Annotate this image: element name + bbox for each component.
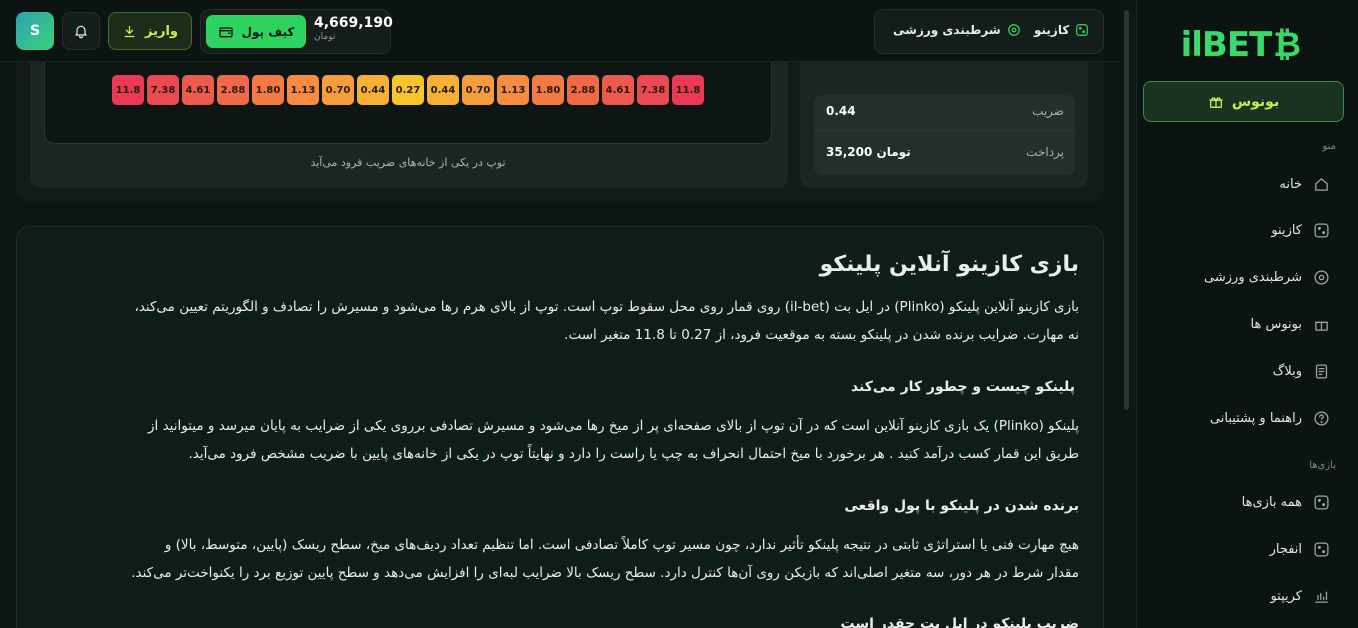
sidebar-item-all-games-label: همه بازی‌ها (1241, 494, 1302, 510)
heading-win-real-money: برنده شدن در پلینکو با پول واقعی (844, 498, 1079, 514)
wallet-label: کیف پول (241, 24, 295, 39)
coef-label: ضریب (1032, 104, 1064, 118)
sidebar-item-bonuses-label: بونوس ها (1250, 316, 1303, 332)
gift-icon (1209, 96, 1223, 108)
document-icon (1315, 363, 1327, 379)
multiplier-slot: 2.88 (567, 75, 599, 105)
sidebar-bonus-button[interactable]: بونوس (1143, 81, 1344, 122)
win-line-2: مقدار شرط در هر دور، سه متغیر اصلی‌اند ک… (131, 565, 1079, 581)
multiplier-slot: 11.8 (672, 75, 704, 105)
sidebar-item-sports-label: شرطبندی ورزشی (1204, 269, 1302, 285)
sidebar-item-help-label: راهنما و پشتیبانی (1209, 410, 1302, 426)
article-intro-line-2: نه مهارت. ضرایب برنده شدن در پلینکو بسته… (564, 327, 1079, 343)
heading-what-is-plinko: پلینکو چیست و چطور کار می‌کند (850, 379, 1075, 395)
multiplier-slot: 1.80 (252, 75, 284, 105)
help-icon (1313, 410, 1329, 426)
deposit-label: واریز (145, 23, 178, 39)
multiplier-slot: 7.38 (637, 75, 669, 105)
home-icon (1314, 177, 1328, 191)
sidebar-item-home-label: خانه (1279, 176, 1302, 192)
wallet-icon (218, 26, 233, 37)
sidebar-item-casino[interactable]: کازینو (1271, 218, 1330, 242)
bell-icon (75, 25, 87, 39)
multiplier-slot: 0.27 (392, 75, 424, 105)
target-icon (1007, 24, 1020, 36)
multiplier-slot: 2.88 (217, 75, 249, 105)
what-is-line-1: پلینکو (Plinko) یک بازی کازینو آنلاین اس… (148, 418, 1079, 434)
article-intro-line-1: بازی کازینو آنلاین پلینکو (Plinko) در ای… (134, 299, 1079, 315)
tab-casino[interactable]: کازینو (1034, 23, 1089, 37)
menu-section-title: منو (1322, 141, 1336, 152)
target-icon (1313, 269, 1329, 285)
tab-sports[interactable]: شرطبندی ورزشی (893, 23, 1021, 37)
multiplier-slot: 1.13 (497, 75, 529, 105)
dice-icon (1313, 541, 1329, 557)
board-caption: توپ در یکی از خانه‌های ضریب فرود می‌آید (310, 156, 506, 169)
multiplier-slot: 1.80 (532, 75, 564, 105)
multiplier-slot: 11.8 (112, 75, 144, 105)
sidebar-item-sports[interactable]: شرطبندی ورزشی (1204, 265, 1330, 289)
sidebar-item-blog-label: وبلاگ (1272, 363, 1302, 379)
what-is-line-2: طریق این قمار کسب درآمد کنید . هر برخورد… (188, 446, 1079, 462)
deposit-button[interactable]: واریز (108, 12, 192, 50)
sidebar-item-blog[interactable]: وبلاگ (1273, 359, 1330, 383)
logo-text: ilBET (1180, 25, 1273, 65)
sidebar-item-crash-label: انفجار (1269, 541, 1302, 557)
gift-icon (1314, 321, 1328, 331)
multiplier-slot: 0.70 (322, 75, 354, 105)
win-line-1: هیچ مهارت فنی یا استراتژی ثابتی در نتیجه… (164, 537, 1079, 553)
sidebar-item-crypto[interactable]: کریپتو (1270, 584, 1330, 608)
wallet-button[interactable]: کیف پول (206, 15, 306, 48)
sidebar-item-casino-label: کازینو (1271, 222, 1302, 238)
coef-value: 0.44 (826, 104, 856, 118)
multiplier-slot: 1.13 (287, 75, 319, 105)
article-title: بازی کازینو آنلاین پلینکو (819, 252, 1079, 277)
brand-logo[interactable]: ₿ ilBET (1181, 24, 1301, 66)
bet-divider (814, 130, 1075, 131)
multiplier-slot: 4.61 (602, 75, 634, 105)
chart-icon (1314, 591, 1328, 603)
logo-coin-icon: ₿ (1273, 25, 1301, 65)
sidebar-item-help[interactable]: راهنما و پشتیبانی (1210, 406, 1330, 430)
multiplier-slot: 0.70 (462, 75, 494, 105)
payout-value: تومان 35,200 (826, 145, 911, 159)
balance-unit: تومان (314, 32, 336, 42)
tab-casino-label: کازینو (1034, 23, 1070, 37)
games-section-title: بازی‌ها (1309, 460, 1336, 471)
sidebar-item-all-games[interactable]: همه بازی‌ها (1242, 490, 1330, 514)
multiplier-slot: 4.61 (182, 75, 214, 105)
multiplier-slot: 0.44 (427, 75, 459, 105)
sidebar-item-home[interactable]: خانه (1279, 172, 1330, 196)
sidebar-item-crash[interactable]: انفجار (1270, 537, 1330, 561)
notifications-button[interactable] (62, 12, 100, 50)
page-scrollbar-thumb[interactable] (1124, 10, 1129, 410)
tab-sports-label: شرطبندی ورزشی (893, 23, 1001, 37)
multiplier-slot: 7.38 (147, 75, 179, 105)
download-icon (124, 25, 135, 37)
user-avatar[interactable]: S (16, 12, 54, 50)
avatar-letter: S (29, 23, 41, 39)
dice-icon (1076, 24, 1089, 36)
payout-label: پرداخت (1026, 145, 1064, 159)
sidebar-item-crypto-label: کریپتو (1270, 588, 1302, 604)
bonus-button-label: بونوس (1231, 93, 1280, 110)
dice-icon (1313, 222, 1329, 238)
dice-icon (1313, 494, 1329, 510)
heading-plinko-odds: ضریب پلینکو در ایل بت چقدر است (840, 616, 1079, 628)
sidebar-item-bonuses[interactable]: بونوس ها (1251, 312, 1331, 336)
multiplier-slot: 0.44 (357, 75, 389, 105)
balance-amount: 4,669,190 (314, 15, 393, 31)
